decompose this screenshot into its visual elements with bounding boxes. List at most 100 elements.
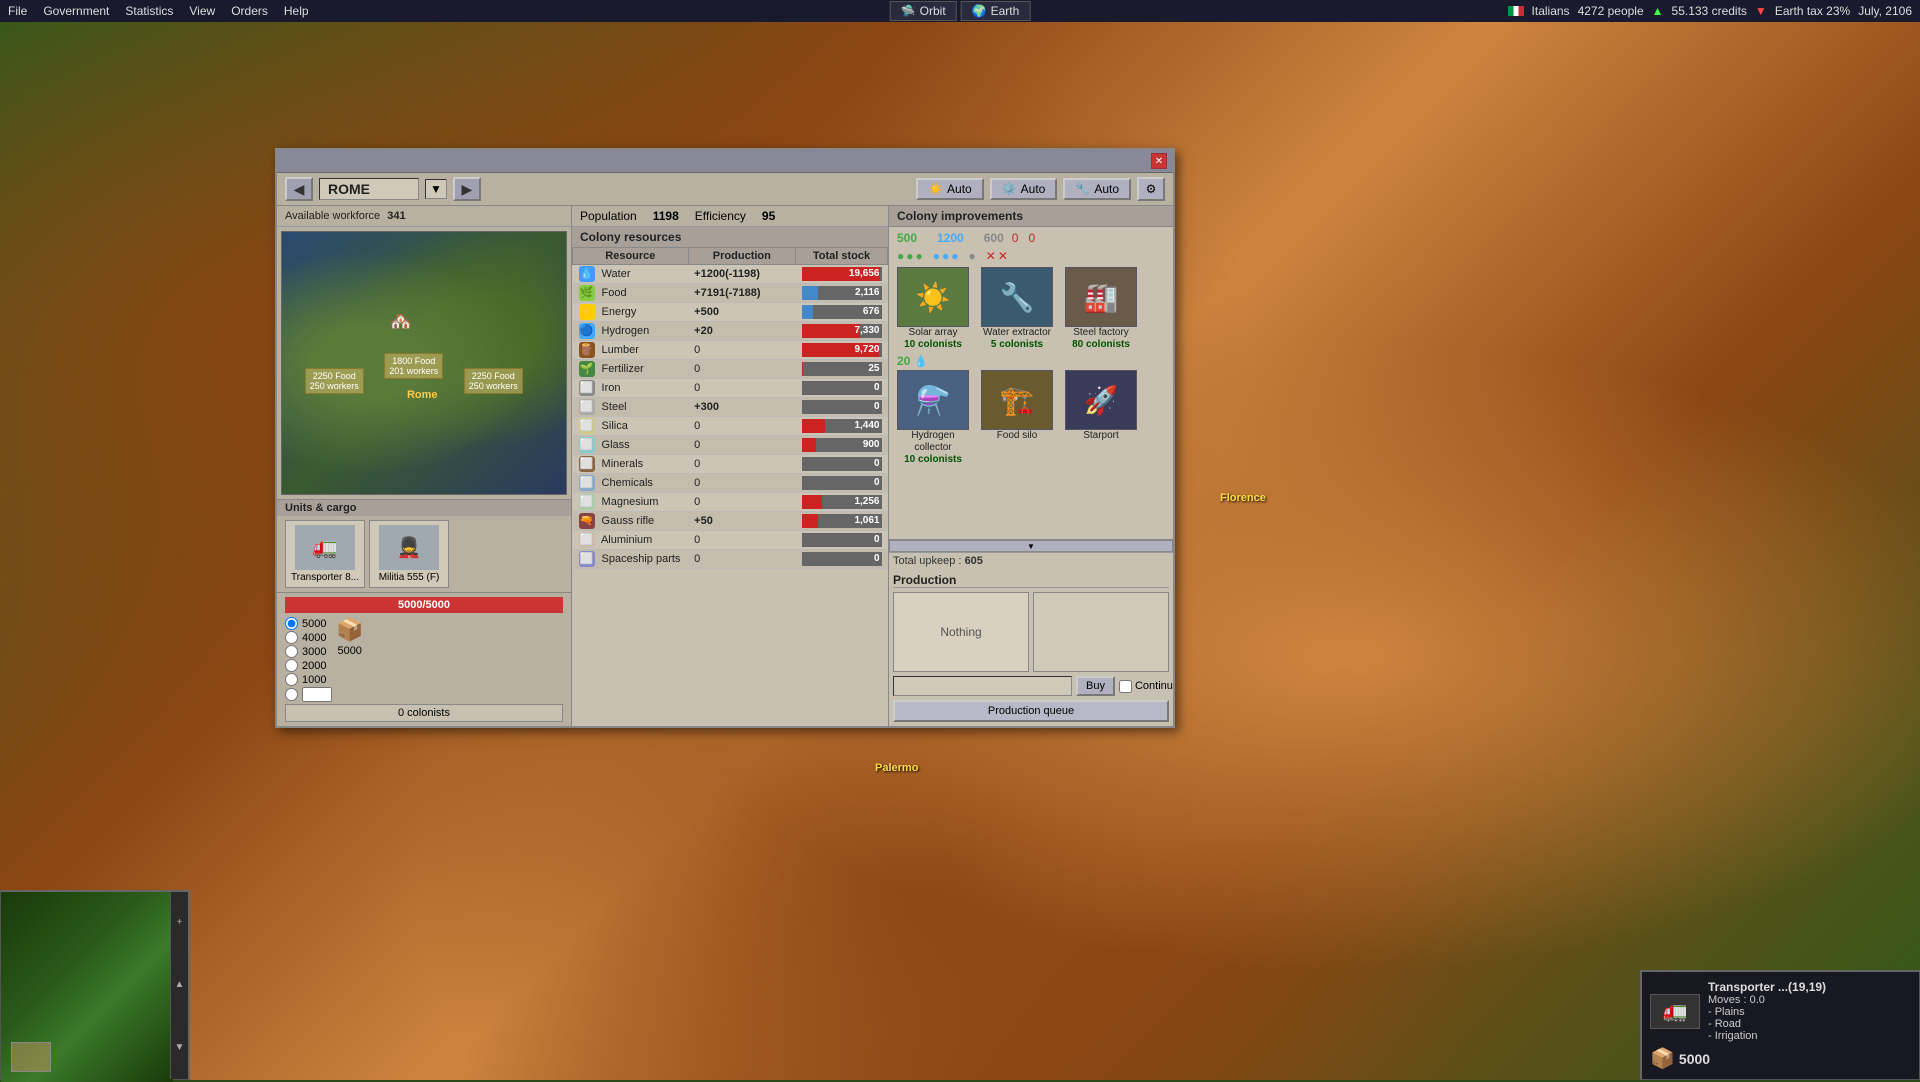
menu-view[interactable]: View [181, 2, 223, 20]
stock-bar: 0 [802, 457, 882, 471]
improvement-solar-array[interactable]: ☀️ Solar array 10 colonists [893, 267, 973, 350]
menu-statistics[interactable]: Statistics [117, 2, 181, 20]
resource-name-cell: ⬜ Chemicals [573, 474, 689, 493]
cost-energy-500: 500 [897, 231, 917, 245]
cargo-amount-display: 5000 [1679, 1051, 1710, 1067]
stock-bar-fill [802, 419, 825, 433]
resource-production-cell: 0 [688, 417, 795, 436]
transporter-vehicle-icon: 🚛 [1650, 994, 1700, 1029]
minimap-zoom-in[interactable]: + [171, 913, 188, 933]
credits-arrow-up-icon: ▲ [1652, 4, 1664, 18]
food-tile-right: 2250 Food250 workers [464, 368, 523, 394]
minimap-scroll-up[interactable]: ▲ [171, 975, 188, 995]
cargo-radio-2000[interactable] [285, 659, 298, 672]
resource-stock-cell: 0 [796, 550, 888, 569]
stock-bar: 676 [802, 305, 882, 319]
pop-label: Population [580, 209, 637, 223]
resource-stock-cell: 900 [796, 436, 888, 455]
resource-icon: ⚡ [579, 304, 595, 320]
buy-input[interactable] [893, 676, 1072, 696]
stock-bar: 25 [802, 362, 882, 376]
stock-value: 2,116 [855, 286, 879, 300]
stock-value: 676 [863, 305, 880, 319]
total-upkeep: Total upkeep : 605 [889, 552, 1173, 569]
water-dot-icon: ● [933, 249, 940, 263]
orbit-earth-buttons: 🛸 Orbit 🌍 Earth [890, 1, 1031, 21]
production-queue-button[interactable]: Production queue [893, 700, 1169, 722]
dialog-close-button[interactable]: ✕ [1151, 153, 1167, 169]
cargo-radio-custom[interactable] [285, 688, 298, 701]
city-dropdown-button[interactable]: ▼ [425, 179, 447, 199]
date-display: July, 2106 [1858, 4, 1912, 18]
workforce-bar: Available workforce 341 [277, 206, 571, 227]
auto-button-3[interactable]: 🔧 Auto [1063, 178, 1131, 200]
cargo-radio-1000[interactable] [285, 673, 298, 686]
water-extractor-icon: 🔧 [981, 267, 1053, 327]
nav-forward-button[interactable]: ▶ [453, 177, 481, 201]
menu-government[interactable]: Government [35, 2, 117, 20]
energy-dot-2-icon: ● [906, 249, 913, 263]
stock-bar: 1,440 [802, 419, 882, 433]
resource-icon: 🪵 [579, 342, 595, 358]
unit-card-transporter[interactable]: 🚛 Transporter 8... [285, 520, 365, 588]
cargo-custom-input[interactable] [302, 687, 332, 702]
improvement-hydrogen-collector[interactable]: ⚗️ Hydrogen collector 10 colonists [893, 370, 973, 465]
resource-stock-cell: 676 [796, 303, 888, 322]
resource-icon: ⬜ [579, 532, 595, 548]
resource-row: 🔫 Gauss rifle +50 1,061 [573, 512, 888, 531]
energy-dot-3-icon: ● [916, 249, 923, 263]
menu-orders[interactable]: Orders [223, 2, 276, 20]
improvement-food-silo[interactable]: 🏗️ Food silo [977, 370, 1057, 442]
resource-row: ⬜ Glass 0 900 [573, 436, 888, 455]
terrain-irrigation: - Irrigation [1708, 1030, 1826, 1042]
improvement-water-extractor[interactable]: 🔧 Water extractor 5 colonists [977, 267, 1057, 350]
water-extractor-colonists: 5 colonists [977, 339, 1057, 350]
stock-value: 1,256 [854, 495, 879, 509]
production-header: Production [893, 573, 1169, 588]
resource-stock-cell: 0 [796, 379, 888, 398]
food-tile-left: 2250 Food250 workers [305, 368, 364, 394]
resource-stock-cell: 2,116 [796, 284, 888, 303]
resource-stock-cell: 0 [796, 474, 888, 493]
efficiency-value: 95 [762, 209, 775, 223]
nation-label: Italians [1532, 4, 1570, 18]
colonists-badge: 0 colonists [285, 704, 563, 722]
stock-bar: 19,656 [802, 267, 882, 281]
auto-button-1[interactable]: ☀️ Auto [916, 178, 984, 200]
resource-name-cell: 🔫 Gauss rifle [573, 512, 689, 531]
resource-row: 🌱 Fertilizer 0 25 [573, 360, 888, 379]
cargo-radio-4000[interactable] [285, 631, 298, 644]
nav-back-button[interactable]: ◀ [285, 177, 313, 201]
resource-row: ⚡ Energy +500 676 [573, 303, 888, 322]
stock-value: 900 [863, 438, 880, 452]
cargo-radio-5000[interactable] [285, 617, 298, 630]
earth-button[interactable]: 🌍 Earth [961, 1, 1031, 21]
settings-button[interactable]: ⚙ [1137, 177, 1165, 201]
stock-value: 19,656 [849, 267, 880, 281]
buy-button[interactable]: Buy [1076, 676, 1115, 696]
colony-map[interactable]: 2250 Food250 workers 1800 Food201 worker… [281, 231, 567, 495]
stock-bar-fill [802, 305, 813, 319]
minimap-scroll-down[interactable]: ▼ [171, 1038, 188, 1058]
continue-checkbox-input[interactable] [1119, 680, 1132, 693]
resource-row: 🔵 Hydrogen +20 7,330 [573, 322, 888, 341]
unit-card-militia[interactable]: 💂 Militia 555 (F) [369, 520, 449, 588]
menu-file[interactable]: File [0, 2, 35, 20]
steel-factory-colonists: 80 colonists [1061, 339, 1141, 350]
improvement-starport[interactable]: 🚀 Starport [1061, 370, 1141, 442]
hydrogen-collector-colonists: 10 colonists [893, 454, 973, 465]
stock-value: 0 [874, 552, 880, 566]
transporter-info-panel: 🚛 Transporter ...(19,19) Moves : 0.0 - P… [1640, 970, 1920, 1080]
auto-button-2[interactable]: ⚙️ Auto [990, 178, 1058, 200]
menu-help[interactable]: Help [276, 2, 317, 20]
hydrogen-collector-name: Hydrogen collector [893, 430, 973, 454]
top-menu-bar: File Government Statistics View Orders H… [0, 0, 1920, 22]
center-panel: Population 1198 Efficiency 95 Colony res… [572, 206, 888, 726]
orbit-button[interactable]: 🛸 Orbit [890, 1, 957, 21]
cargo-radio-3000[interactable] [285, 645, 298, 658]
scroll-down-improvements[interactable]: ▼ [889, 540, 1173, 552]
credits-display: 55.133 credits [1672, 4, 1747, 18]
population-display: 4272 people [1578, 4, 1644, 18]
improvement-steel-factory[interactable]: 🏭 Steel factory 80 colonists [1061, 267, 1141, 350]
units-section: Units & cargo 🚛 Transporter 8... 💂 Milit… [277, 499, 571, 592]
